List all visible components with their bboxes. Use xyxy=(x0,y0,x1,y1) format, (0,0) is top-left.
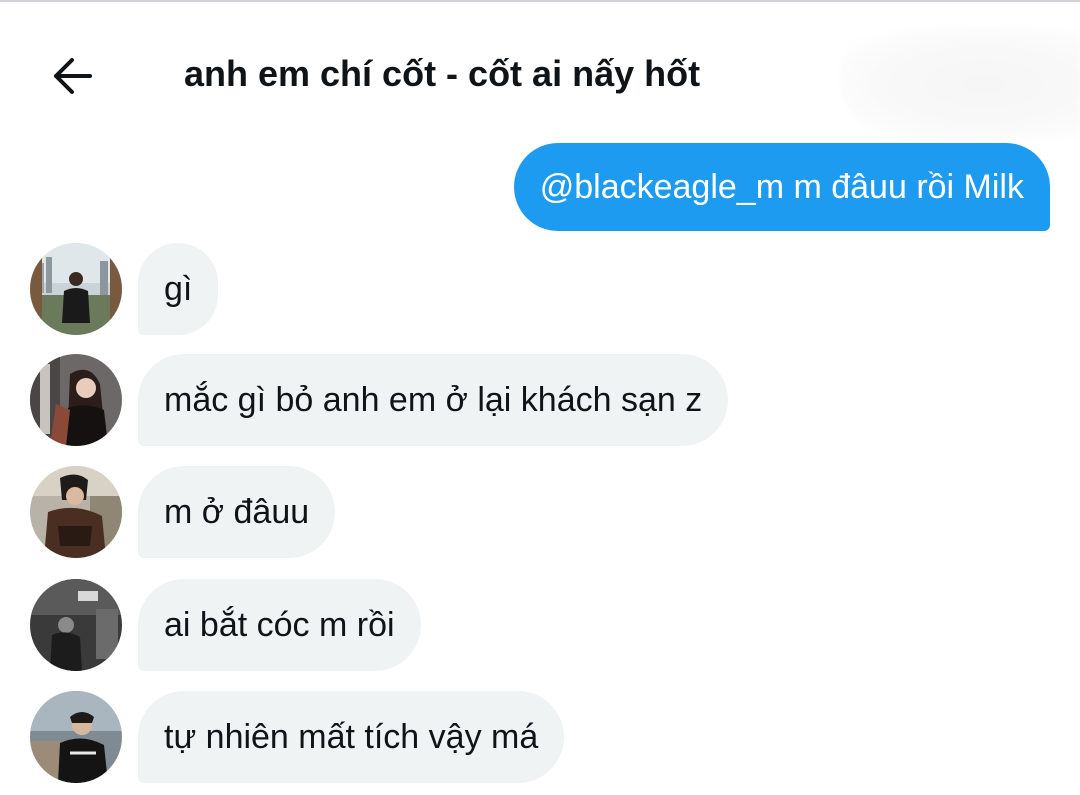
received-message-bubble[interactable]: ai bắt cóc m rồi xyxy=(138,579,421,671)
avatar-photo xyxy=(30,243,122,335)
avatar[interactable] xyxy=(30,354,122,446)
received-message-bubble[interactable]: gì xyxy=(138,243,219,335)
received-message-bubble[interactable]: mắc gì bỏ anh em ở lại khách sạn z xyxy=(138,354,729,446)
sent-message-bubble[interactable]: @blackeagle_m m đâuu rồi Milk xyxy=(513,143,1050,231)
conversation-header: anh em chí cốt - cốt ai nấy hốt xyxy=(0,2,1080,140)
avatar[interactable] xyxy=(30,243,122,335)
avatar[interactable] xyxy=(30,579,122,671)
avatar-photo xyxy=(30,579,122,671)
avatar[interactable] xyxy=(30,466,122,558)
back-button[interactable] xyxy=(42,46,102,106)
arrow-left-icon xyxy=(54,58,92,94)
redacted-area xyxy=(840,28,1080,140)
received-message-bubble[interactable]: tự nhiên mất tích vậy má xyxy=(138,691,565,783)
avatar-photo xyxy=(30,354,122,446)
avatar-photo xyxy=(30,466,122,558)
conversation-title[interactable]: anh em chí cốt - cốt ai nấy hốt xyxy=(184,50,700,98)
received-message-bubble[interactable]: m ở đâuu xyxy=(138,466,336,558)
avatar[interactable] xyxy=(30,691,122,783)
avatar-photo xyxy=(30,691,122,783)
